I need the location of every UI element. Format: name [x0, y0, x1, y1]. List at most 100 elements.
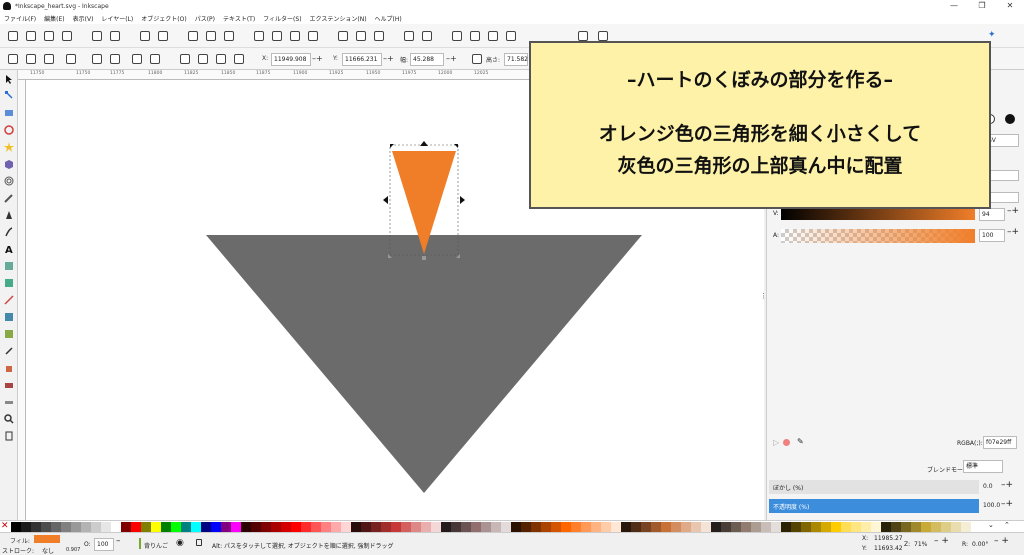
calligraphy-tool-icon[interactable]: [4, 227, 14, 237]
zoom-tool-icon[interactable]: [4, 414, 14, 424]
ellipse-tool-icon[interactable]: [4, 125, 14, 135]
palette-swatch[interactable]: [11, 522, 21, 532]
rotate-ccw-icon[interactable]: [92, 54, 102, 64]
palette-swatch[interactable]: [691, 522, 701, 532]
palette-swatch[interactable]: [801, 522, 811, 532]
blur-value[interactable]: 0.0: [983, 483, 993, 490]
selector-tool-icon[interactable]: [4, 74, 14, 84]
rotation-stepper[interactable]: – +: [994, 536, 1009, 546]
alpha-slider[interactable]: [781, 229, 975, 243]
palette-swatch[interactable]: [481, 522, 491, 532]
star-tool-icon[interactable]: [4, 142, 14, 152]
palette-swatch[interactable]: [221, 522, 231, 532]
palette-swatch[interactable]: [741, 522, 751, 532]
open-file-icon[interactable]: [26, 31, 36, 41]
palette-swatch[interactable]: [581, 522, 591, 532]
select-all-icon[interactable]: [8, 54, 18, 64]
pages-tool-icon[interactable]: [4, 431, 14, 441]
opacity-slider[interactable]: 不透明度 (%): [769, 499, 979, 513]
palette-swatch[interactable]: [441, 522, 451, 532]
flip-vertical-icon[interactable]: [150, 54, 160, 64]
palette-swatch[interactable]: [611, 522, 621, 532]
palette-swatch[interactable]: [871, 522, 881, 532]
palette-swatch[interactable]: [761, 522, 771, 532]
palette-swatch[interactable]: [421, 522, 431, 532]
menu-path[interactable]: パス(P): [195, 14, 215, 23]
spray-tool-icon[interactable]: [4, 261, 14, 271]
palette-menu-icon[interactable]: ⌃: [1004, 521, 1010, 529]
palette-swatch[interactable]: [601, 522, 611, 532]
palette-swatch[interactable]: [591, 522, 601, 532]
palette-swatch[interactable]: [851, 522, 861, 532]
palette-swatch[interactable]: [71, 522, 81, 532]
zoom-selection-icon[interactable]: [254, 31, 264, 41]
zoom-stepper[interactable]: – +: [934, 536, 949, 546]
palette-swatch[interactable]: [911, 522, 921, 532]
spiral-tool-icon[interactable]: [4, 176, 14, 186]
palette-swatch[interactable]: [881, 522, 891, 532]
eraser-tool-icon[interactable]: [4, 380, 14, 390]
pencil-tool-icon[interactable]: [4, 193, 14, 203]
print-icon[interactable]: [62, 31, 72, 41]
paint-bucket-tool-icon[interactable]: [4, 363, 14, 373]
mesh-tool-icon[interactable]: [4, 329, 14, 339]
stroke-width[interactable]: 0.907: [66, 547, 80, 553]
xml-editor-icon[interactable]: [506, 31, 516, 41]
palette-swatch[interactable]: [411, 522, 421, 532]
palette-swatch[interactable]: [451, 522, 461, 532]
palette-swatch[interactable]: [271, 522, 281, 532]
palette-swatch[interactable]: [371, 522, 381, 532]
palette-swatch[interactable]: [821, 522, 831, 532]
palette-swatch[interactable]: [661, 522, 671, 532]
palette-swatch[interactable]: [861, 522, 871, 532]
blur-slider[interactable]: ぼかし (%): [769, 480, 979, 494]
y-input[interactable]: 11666.231: [342, 53, 382, 66]
palette-swatch[interactable]: [711, 522, 721, 532]
palette-swatch[interactable]: [41, 522, 51, 532]
align-distribute-icon[interactable]: [578, 31, 588, 41]
connector-tool-icon[interactable]: [4, 295, 14, 305]
select-all-layers-icon[interactable]: [26, 54, 36, 64]
palette-swatch[interactable]: [521, 522, 531, 532]
preferences-icon[interactable]: [598, 31, 608, 41]
palette-swatch[interactable]: [501, 522, 511, 532]
palette-swatch[interactable]: [201, 522, 211, 532]
palette-swatch[interactable]: [831, 522, 841, 532]
palette-swatch[interactable]: [891, 522, 901, 532]
palette-swatch[interactable]: [231, 522, 241, 532]
menu-text[interactable]: テキスト(T): [223, 14, 255, 23]
deselect-icon[interactable]: [44, 54, 54, 64]
palette-swatch[interactable]: [21, 522, 31, 532]
new-document-icon[interactable]: [8, 31, 18, 41]
palette-swatch[interactable]: [31, 522, 41, 532]
tweak-tool-icon[interactable]: [4, 278, 14, 288]
palette-swatch[interactable]: [631, 522, 641, 532]
fill-stroke-icon[interactable]: [452, 31, 462, 41]
lower-icon[interactable]: [216, 54, 226, 64]
palette-swatch[interactable]: [721, 522, 731, 532]
maximize-button[interactable]: ❐: [968, 0, 996, 12]
zoom-value[interactable]: 71%: [914, 541, 927, 548]
palette-swatch[interactable]: [641, 522, 651, 532]
palette-swatch[interactable]: [261, 522, 271, 532]
import-icon[interactable]: [92, 31, 102, 41]
palette-swatch[interactable]: [731, 522, 741, 532]
swatch-strip[interactable]: [11, 522, 976, 532]
fill-indicator[interactable]: [34, 535, 60, 543]
rectangle-tool-icon[interactable]: [4, 108, 14, 118]
palette-swatch[interactable]: [541, 522, 551, 532]
color-managed-icon[interactable]: ▷: [773, 438, 779, 447]
x-input[interactable]: 11949.908: [271, 53, 311, 66]
export-icon[interactable]: [110, 31, 120, 41]
ungroup-icon[interactable]: [422, 31, 432, 41]
no-paint-swatch[interactable]: ✕: [1, 521, 9, 532]
x-stepper[interactable]: –+: [312, 54, 323, 63]
palette-swatch[interactable]: [771, 522, 781, 532]
palette-swatch[interactable]: [681, 522, 691, 532]
palette-swatch[interactable]: [151, 522, 161, 532]
zoom-drawing-icon[interactable]: [272, 31, 282, 41]
menu-file[interactable]: ファイル(F): [4, 14, 36, 23]
palette-swatch[interactable]: [331, 522, 341, 532]
palette-swatch[interactable]: [291, 522, 301, 532]
unlink-clone-icon[interactable]: [374, 31, 384, 41]
